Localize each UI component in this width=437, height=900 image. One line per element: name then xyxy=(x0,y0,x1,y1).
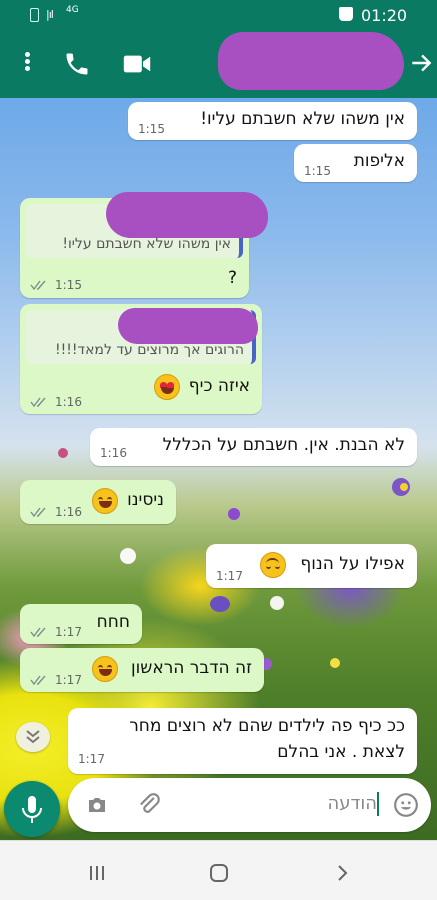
status-time: 01:20 xyxy=(361,6,408,25)
read-receipt-icon xyxy=(30,627,46,638)
message-incoming[interactable]: אפילו על הנוף 1:17 xyxy=(206,544,417,588)
message-time: 1:17 xyxy=(55,625,82,639)
attach-icon[interactable] xyxy=(136,792,162,818)
read-receipt-icon xyxy=(30,675,46,686)
message-outgoing[interactable]: חחח 1:17 xyxy=(20,604,142,644)
message-text: איזה כיף xyxy=(188,376,250,396)
signal-icon: |ıl xyxy=(46,8,54,21)
message-incoming[interactable]: ככ כיף פה לילדים שהם לא רוצים מחר לצאת .… xyxy=(68,708,417,774)
message-time: 1:15 xyxy=(304,164,331,178)
message-incoming[interactable]: אליפות 1:15 xyxy=(294,144,417,182)
message-time: 1:16 xyxy=(100,446,127,460)
message-incoming[interactable]: לא הבנת. אין. חשבתם על הכללל 1:16 xyxy=(90,428,417,466)
read-receipt-icon xyxy=(30,280,46,291)
message-text: זה הדבר הראשון xyxy=(131,658,252,678)
read-receipt-icon xyxy=(30,397,46,408)
quoted-text: הרוגים אך מרוצים עד למאד!!!! xyxy=(54,342,244,358)
message-text: אליפות xyxy=(353,151,405,171)
upside-down-emoji xyxy=(260,552,286,578)
scroll-to-bottom-button[interactable] xyxy=(16,722,50,752)
message-text-line-2: לצאת . אני בהלם xyxy=(277,742,405,762)
message-text: ? xyxy=(227,268,237,288)
quoted-author-redacted xyxy=(106,192,268,238)
message-time: 1:16 xyxy=(55,395,82,409)
smiling-emoji xyxy=(92,488,118,514)
chat-header xyxy=(0,30,437,98)
camera-icon[interactable] xyxy=(85,793,109,817)
shopping-bag-icon xyxy=(339,7,353,21)
message-text: אפילו על הנוף xyxy=(300,554,405,574)
message-text: ניסינו xyxy=(127,490,164,510)
status-bar: |ıl 4G 01:20 xyxy=(0,0,437,30)
read-receipt-icon xyxy=(30,507,46,518)
double-chevron-down-icon xyxy=(26,730,40,744)
network-4g-icon: 4G xyxy=(66,5,79,15)
battery-icon xyxy=(30,8,39,22)
message-outgoing[interactable]: ניסינו 1:16 xyxy=(20,480,176,524)
quoted-author-redacted xyxy=(118,308,258,344)
message-incoming[interactable]: אין משהו שלא חשבתם עליו! 1:15 xyxy=(128,102,417,140)
text-cursor xyxy=(377,792,379,816)
message-outgoing[interactable]: אין משהו שלא חשבתם עליו! ? 1:15 xyxy=(20,192,268,298)
message-time: 1:17 xyxy=(78,752,105,766)
message-time: 1:17 xyxy=(55,673,82,687)
quoted-text: אין משהו שלא חשבתם עליו! xyxy=(62,236,231,252)
android-nav-bar xyxy=(0,840,437,900)
more-vert-icon[interactable] xyxy=(16,50,38,76)
message-time: 1:17 xyxy=(216,569,243,583)
message-outgoing[interactable]: הרוגים אך מרוצים עד למאד!!!! איזה כיף 1:… xyxy=(20,304,262,414)
contact-name-redacted[interactable] xyxy=(218,32,404,90)
call-icon[interactable] xyxy=(62,50,92,78)
message-time: 1:16 xyxy=(55,505,82,519)
recent-apps-icon[interactable] xyxy=(85,861,109,885)
message-time: 1:15 xyxy=(138,122,165,136)
chat-area[interactable]: אין משהו שלא חשבתם עליו! 1:15 אליפות 1:1… xyxy=(0,98,437,840)
mic-button[interactable] xyxy=(4,781,60,837)
back-icon[interactable] xyxy=(330,861,354,885)
message-text: חחח xyxy=(96,612,130,632)
mic-icon xyxy=(22,796,42,823)
message-time: 1:15 xyxy=(55,278,82,292)
grinning-emoji xyxy=(92,656,118,682)
message-text: לא הבנת. אין. חשבתם על הכללל xyxy=(162,435,405,455)
message-outgoing[interactable]: זה הדבר הראשון 1:17 xyxy=(20,648,264,692)
message-text-line-1: ככ כיף פה לילדים שהם לא רוצים מחר xyxy=(129,716,405,736)
back-arrow-icon[interactable] xyxy=(408,48,434,78)
home-icon[interactable] xyxy=(207,861,231,885)
video-call-icon[interactable] xyxy=(122,52,152,76)
emoji-icon[interactable] xyxy=(393,792,419,818)
message-input[interactable]: הודעה xyxy=(327,793,377,814)
heart-eyes-emoji xyxy=(154,374,180,400)
message-text: אין משהו שלא חשבתם עליו! xyxy=(200,109,405,129)
message-composer[interactable]: הודעה xyxy=(68,778,431,832)
